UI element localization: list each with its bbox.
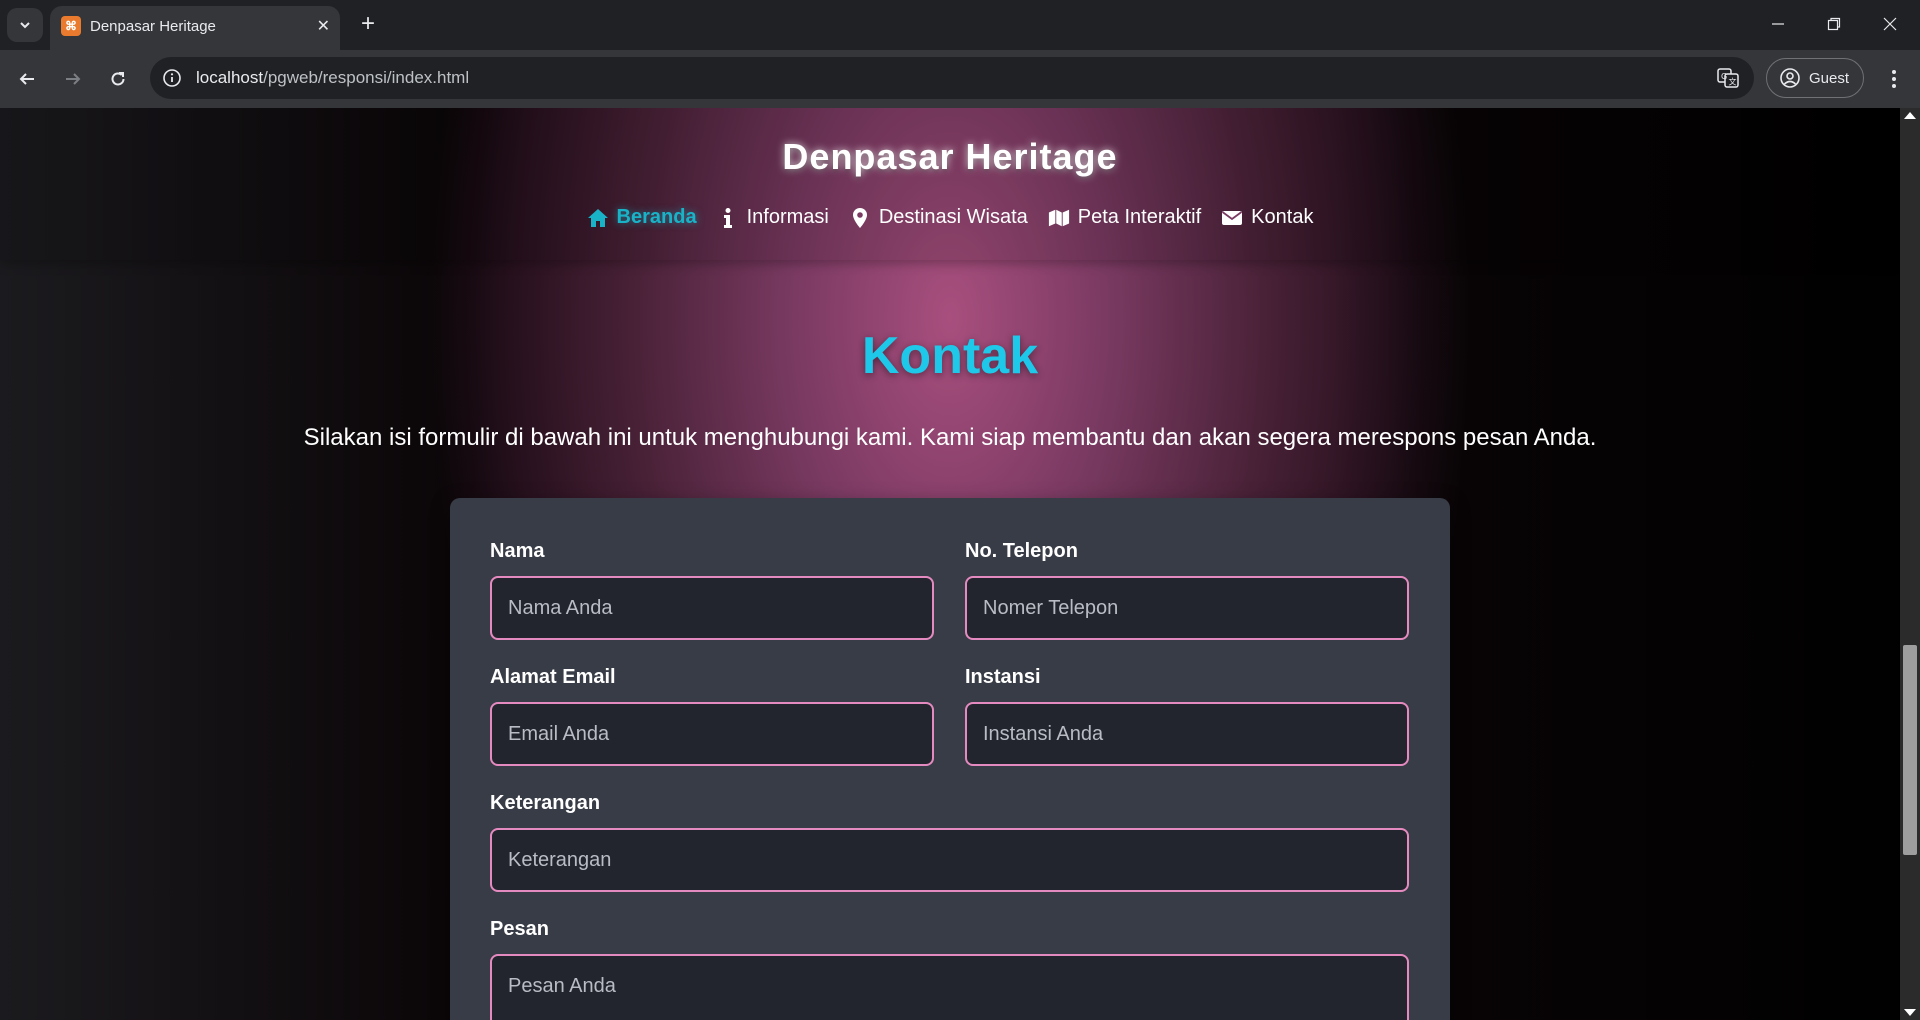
url-text: localhost/pgweb/responsi/index.html [196, 68, 469, 88]
browser-toolbar: localhost/pgweb/responsi/index.html G文 G… [0, 50, 1920, 108]
nav-item-peta-interaktif[interactable]: Peta Interaktif [1048, 206, 1201, 229]
pesan-input[interactable] [490, 954, 1409, 1020]
envelope-icon [1221, 207, 1243, 229]
profile-button[interactable]: Guest [1766, 58, 1864, 98]
reload-icon [111, 72, 125, 86]
arrow-left-icon [19, 73, 34, 85]
field-email: Alamat Email [490, 666, 934, 766]
url-path: /pgweb/responsi/index.html [263, 68, 470, 87]
nama-input[interactable] [490, 576, 934, 640]
field-pesan: Pesan [490, 918, 1409, 1020]
contact-form: Nama No. Telepon Alamat Email Instansi K… [450, 498, 1450, 1020]
minimize-button[interactable] [1752, 6, 1804, 42]
arrow-right-icon [66, 73, 81, 85]
more-vertical-icon [1892, 70, 1896, 88]
nav-item-kontak[interactable]: Kontak [1221, 206, 1313, 229]
nav-label: Informasi [746, 206, 829, 228]
pesan-label: Pesan [490, 918, 549, 940]
nav-label: Destinasi Wisata [878, 206, 1028, 228]
site-info-icon[interactable] [160, 66, 184, 90]
keterangan-input[interactable] [490, 828, 1409, 892]
reload-button[interactable] [101, 62, 135, 96]
new-tab-button[interactable]: + [352, 8, 384, 40]
nav-item-beranda[interactable]: Beranda [587, 206, 697, 229]
nav-label: Peta Interaktif [1077, 206, 1202, 228]
telepon-label: No. Telepon [965, 540, 1078, 562]
site-title: Denpasar Heritage [782, 136, 1118, 177]
back-button[interactable] [10, 62, 44, 96]
nav-label: Beranda [616, 206, 697, 228]
svg-text:G: G [1721, 72, 1727, 81]
browser-menu-button[interactable] [1878, 63, 1910, 95]
contact-description: Silakan isi formulir di bawah ini untuk … [303, 424, 1597, 451]
browser-tab-bar: ⌘ Denpasar Heritage ✕ + [0, 0, 1920, 50]
field-nama: Nama [490, 540, 934, 640]
svg-text:文: 文 [1729, 77, 1737, 87]
tab-search-button[interactable] [7, 8, 43, 42]
browser-tab[interactable]: ⌘ Denpasar Heritage ✕ [50, 6, 340, 50]
page-viewport: Denpasar Heritage Beranda Informasi Dest… [0, 108, 1900, 1020]
info-icon [717, 207, 739, 229]
email-label: Alamat Email [490, 666, 616, 688]
main-nav: Beranda Informasi Destinasi Wisata Peta … [0, 206, 1900, 229]
translate-icon[interactable]: G文 [1716, 66, 1740, 90]
close-window-button[interactable] [1864, 6, 1916, 42]
nav-item-destinasi-wisata[interactable]: Destinasi Wisata [849, 206, 1028, 229]
minimize-icon [1772, 23, 1784, 25]
url-host: localhost [196, 68, 264, 87]
close-icon [1883, 17, 1897, 31]
nav-label: Kontak [1251, 206, 1314, 228]
map-marker-icon [849, 207, 871, 229]
nama-label: Nama [490, 540, 545, 562]
address-bar[interactable]: localhost/pgweb/responsi/index.html G文 [150, 57, 1754, 99]
instansi-label: Instansi [965, 666, 1041, 688]
telepon-input[interactable] [965, 576, 1409, 640]
scroll-thumb[interactable] [1903, 645, 1917, 855]
close-icon[interactable]: ✕ [317, 16, 330, 36]
map-icon [1048, 207, 1070, 229]
field-telepon: No. Telepon [965, 540, 1409, 640]
forward-button[interactable] [56, 62, 90, 96]
page-scrollbar[interactable] [1900, 108, 1920, 1020]
restore-icon [1827, 17, 1841, 31]
home-icon [587, 207, 609, 229]
field-instansi: Instansi [965, 666, 1409, 766]
scroll-down-icon[interactable] [1904, 1009, 1916, 1016]
chevron-down-icon [20, 22, 30, 29]
keterangan-label: Keterangan [490, 792, 601, 814]
contact-title: Kontak [861, 327, 1039, 385]
nav-item-informasi[interactable]: Informasi [717, 206, 829, 229]
restore-button[interactable] [1808, 6, 1860, 42]
profile-label: Guest [1809, 69, 1850, 87]
account-icon [1780, 68, 1800, 88]
field-keterangan: Keterangan [490, 792, 1409, 892]
site-header: Denpasar Heritage Beranda Informasi Dest… [0, 108, 1900, 260]
scroll-up-icon[interactable] [1904, 112, 1916, 119]
tab-title: Denpasar Heritage [90, 18, 216, 35]
email-input[interactable] [490, 702, 934, 766]
xampp-icon: ⌘ [61, 16, 81, 36]
instansi-input[interactable] [965, 702, 1409, 766]
